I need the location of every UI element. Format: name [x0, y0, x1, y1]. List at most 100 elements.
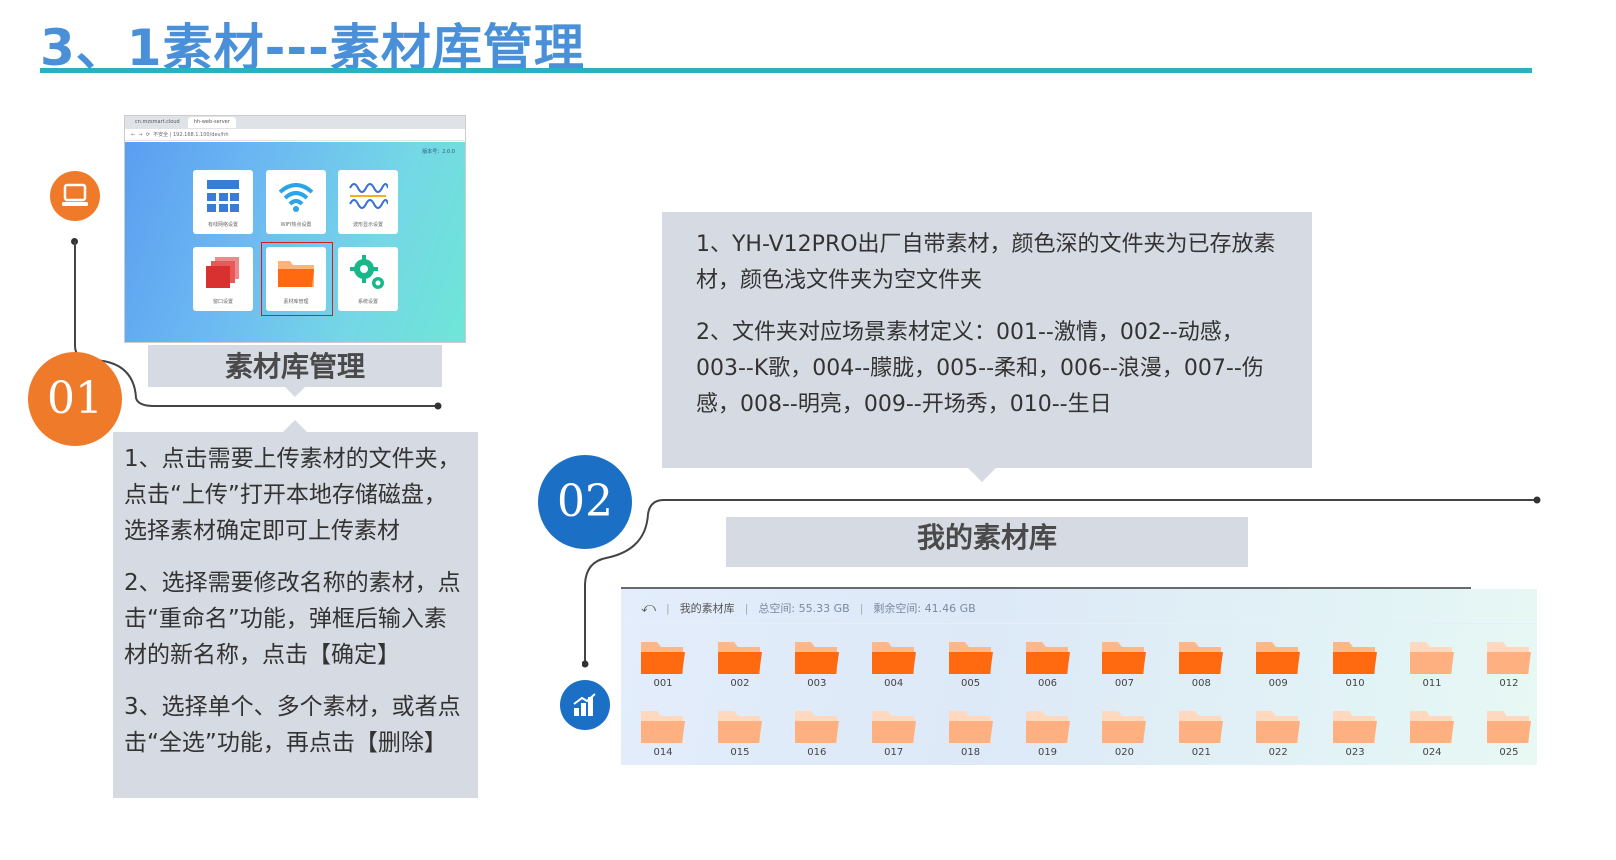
folder-label: 025 [1499, 747, 1519, 758]
back-icon[interactable]: ⤺ [641, 600, 656, 616]
folder-icon [1256, 711, 1301, 743]
folder-icon [1025, 642, 1070, 674]
folder-014[interactable]: 014 [639, 707, 687, 758]
step-number-01: 01 [28, 352, 122, 446]
folder-label: 023 [1345, 747, 1365, 758]
instruction-rename: 2、选择需要修改名称的素材，点击“重命名”功能，弹框后输入素材的新名称，点击【确… [124, 570, 461, 668]
folder-label: 021 [1191, 747, 1211, 758]
folder-label: 016 [807, 747, 827, 758]
box-pointer [968, 468, 996, 482]
folder-icon [1025, 711, 1070, 743]
folder-011[interactable]: 011 [1408, 638, 1456, 689]
folder-008[interactable]: 008 [1177, 638, 1225, 689]
folder-021[interactable]: 021 [1177, 707, 1225, 758]
browser-tab-active[interactable]: hh-web-server [187, 117, 236, 128]
tile-label: 有线网络设置 [207, 222, 238, 228]
folder-label: 008 [1191, 678, 1211, 689]
folder-022[interactable]: 022 [1254, 707, 1302, 758]
material-library-panel: ⤺ | 我的素材库 | 总空间: 55.33 GB | 剩余空间: 41.46 … [621, 589, 1537, 765]
folder-003[interactable]: 003 [793, 638, 841, 689]
folder-label: 009 [1268, 678, 1288, 689]
folder-017[interactable]: 017 [870, 707, 918, 758]
folder-label: 015 [730, 747, 750, 758]
folder-012[interactable]: 012 [1485, 638, 1533, 689]
folder-020[interactable]: 020 [1100, 707, 1148, 758]
title-underline [40, 68, 1532, 73]
folder-label: 003 [807, 678, 827, 689]
wifi-icon [278, 183, 314, 212]
folder-004[interactable]: 004 [870, 638, 918, 689]
tile-system-settings[interactable]: 系统设置 [338, 247, 398, 311]
browser-tabbar: cn.mzsmart.cloud hh-web-server [125, 116, 465, 129]
total-space-label: 总空间: [758, 602, 796, 615]
folder-icon [1486, 642, 1531, 674]
network-icon [207, 180, 239, 212]
folder-icon [1179, 711, 1224, 743]
total-space-value: 55.33 GB [798, 601, 850, 615]
version-label: 版本号：2.0.0 [422, 149, 455, 155]
folder-label: 019 [1037, 747, 1058, 758]
folder-label: 006 [1037, 678, 1058, 689]
folder-label: 001 [653, 678, 673, 689]
folder-label: 018 [961, 747, 981, 758]
folder-icon [794, 711, 839, 743]
section2-caption: 我的素材库 [726, 517, 1248, 567]
tile-label: 窗口设置 [212, 299, 233, 305]
folder-018[interactable]: 018 [947, 707, 995, 758]
folder-label: 010 [1345, 678, 1365, 689]
folder-023[interactable]: 023 [1331, 707, 1379, 758]
folder-icon [1102, 711, 1147, 743]
folder-label: 012 [1499, 678, 1519, 689]
address-url[interactable]: 192.168.1.100/dev/hh [173, 132, 229, 138]
tile-window-settings[interactable]: 窗口设置 [193, 247, 253, 311]
folder-002[interactable]: 002 [716, 638, 764, 689]
tile-wired-network[interactable]: 有线网络设置 [193, 170, 253, 234]
folder-icon [948, 711, 993, 743]
folder-icon [1179, 642, 1224, 674]
free-space-value: 41.46 GB [924, 601, 976, 615]
free-space-label: 剩余空间: [873, 602, 922, 615]
library-breadcrumb[interactable]: 我的素材库 [680, 600, 735, 616]
folder-label: 014 [653, 747, 673, 758]
folder-009[interactable]: 009 [1254, 638, 1302, 689]
folder-024[interactable]: 024 [1408, 707, 1456, 758]
folder-icon [794, 642, 839, 674]
folder-label: 005 [961, 678, 981, 689]
folder-icon [717, 711, 762, 743]
folder-icon [1333, 711, 1378, 743]
folder-icon [1410, 642, 1454, 674]
library-header: ⤺ | 我的素材库 | 总空间: 55.33 GB | 剩余空间: 41.46 … [641, 600, 976, 616]
tile-wifi-hotspot[interactable]: WIFI热点设置 [266, 170, 326, 234]
folder-icon [1486, 711, 1531, 743]
folder-icon [1102, 642, 1147, 674]
folder-016[interactable]: 016 [793, 707, 841, 758]
folder-label: 002 [730, 678, 750, 689]
folder-007[interactable]: 007 [1100, 638, 1148, 689]
tile-waveform[interactable]: 波形显示设置 [338, 170, 398, 234]
description-factory-material: 1、YH-V12PRO出厂自带素材，颜色深的文件夹为已存放素材，颜色浅文件夹为空… [696, 232, 1276, 293]
folder-005[interactable]: 005 [947, 638, 995, 689]
instruction-delete: 3、选择单个、多个素材，或者点击“全选”功能，再点击【删除】 [124, 694, 461, 756]
laptop-icon [50, 171, 100, 221]
folder-025[interactable]: 025 [1485, 707, 1533, 758]
browser-tab[interactable]: cn.mzsmart.cloud [129, 117, 186, 128]
folder-icon [717, 642, 762, 674]
address-bar[interactable]: ← → ⟳ 不安全 | 192.168.1.100/dev/hh [125, 129, 465, 141]
folder-019[interactable]: 019 [1024, 707, 1072, 758]
back-icon[interactable]: ← → ⟳ [131, 132, 153, 138]
timeline-line [74, 241, 76, 341]
bar-chart-icon [560, 680, 610, 730]
tile-label: WIFI热点设置 [280, 222, 312, 228]
folder-015[interactable]: 015 [716, 707, 764, 758]
windows-icon [206, 257, 239, 288]
folder-001[interactable]: 001 [639, 638, 687, 689]
folder-006[interactable]: 006 [1024, 638, 1072, 689]
folder-icon [641, 711, 685, 743]
folder-label: 022 [1268, 747, 1288, 758]
tile-label: 波形显示设置 [352, 222, 383, 228]
gear-icon [350, 255, 384, 289]
section1-caption: 素材库管理 [148, 345, 442, 387]
folder-icon [1256, 642, 1301, 674]
folder-010[interactable]: 010 [1331, 638, 1379, 689]
wave-icon [349, 183, 388, 209]
